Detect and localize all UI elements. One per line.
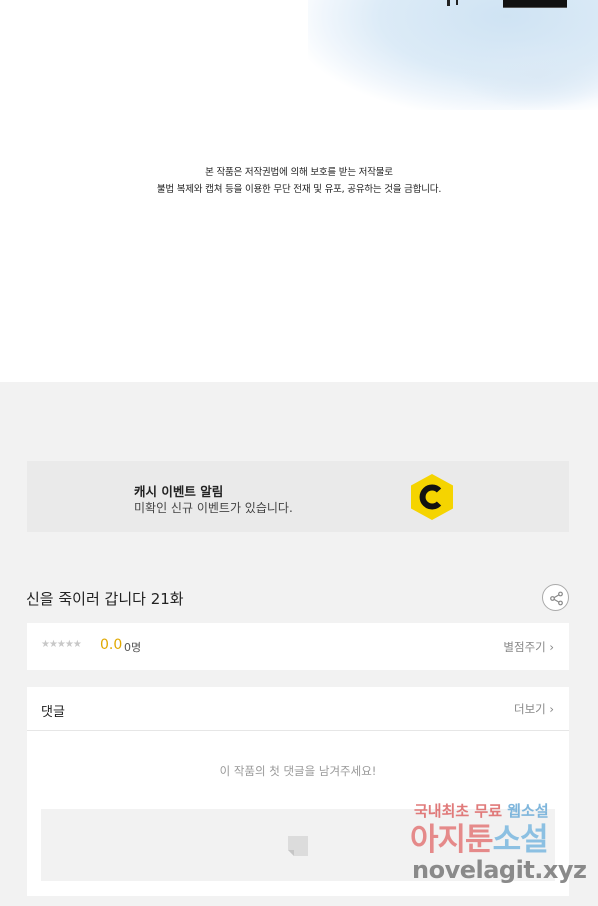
rating-stars: ★★★★★ [41, 639, 82, 650]
rating-bar: ★★★★★ 0.0 0명 별점주기 › [27, 623, 569, 670]
chevron-right-icon: › [549, 702, 554, 716]
content-end-area: 본 작품은 저작권법에 의해 보호를 받는 저작물로 불법 복제와 캡쳐 등을 … [0, 0, 598, 382]
artwork-fragment [503, 0, 567, 8]
share-button[interactable] [542, 584, 569, 611]
chevron-right-icon: › [549, 640, 554, 654]
banner-title: 캐시 이벤트 알림 [134, 484, 224, 499]
rating-count: 0명 [124, 641, 142, 654]
comments-empty-message: 이 작품의 첫 댓글을 남겨주세요! [219, 764, 377, 778]
comments-section: 댓글 더보기 › 이 작품의 첫 댓글을 남겨주세요! [27, 687, 569, 896]
cash-c-logo-icon [411, 474, 453, 520]
comment-input-box[interactable] [41, 809, 555, 881]
episode-footer: 캐시 이벤트 알림 미확인 신규 이벤트가 있습니다. 신을 죽이러 갑니다 2… [0, 382, 598, 906]
cash-event-banner[interactable]: 캐시 이벤트 알림 미확인 신규 이벤트가 있습니다. [27, 461, 569, 532]
artwork-fragment [447, 0, 450, 6]
comments-more-button[interactable]: 더보기 › [514, 701, 554, 717]
rate-button-label: 별점주기 [503, 640, 546, 654]
episode-title: 신을 죽이러 갑니다 21화 [26, 590, 184, 608]
copyright-notice-line2: 불법 복제와 캡쳐 등을 이용한 무단 전재 및 유포, 공유하는 것을 금합니… [156, 184, 442, 195]
comments-more-label: 더보기 [513, 702, 546, 716]
rate-button[interactable]: 별점주기 › [503, 639, 554, 655]
comments-header: 댓글 더보기 › [27, 687, 569, 731]
artwork-fragment [456, 0, 458, 5]
banner-subtitle: 미확인 신규 이벤트가 있습니다. [134, 501, 293, 515]
share-icon [550, 591, 563, 606]
artwork-cloud [458, 40, 598, 110]
copyright-notice-line1: 본 작품은 저작권법에 의해 보호를 받는 저작물로 [205, 167, 393, 178]
comments-title: 댓글 [41, 705, 65, 720]
comment-input-icon [288, 836, 308, 856]
rating-score: 0.0 [100, 637, 123, 653]
